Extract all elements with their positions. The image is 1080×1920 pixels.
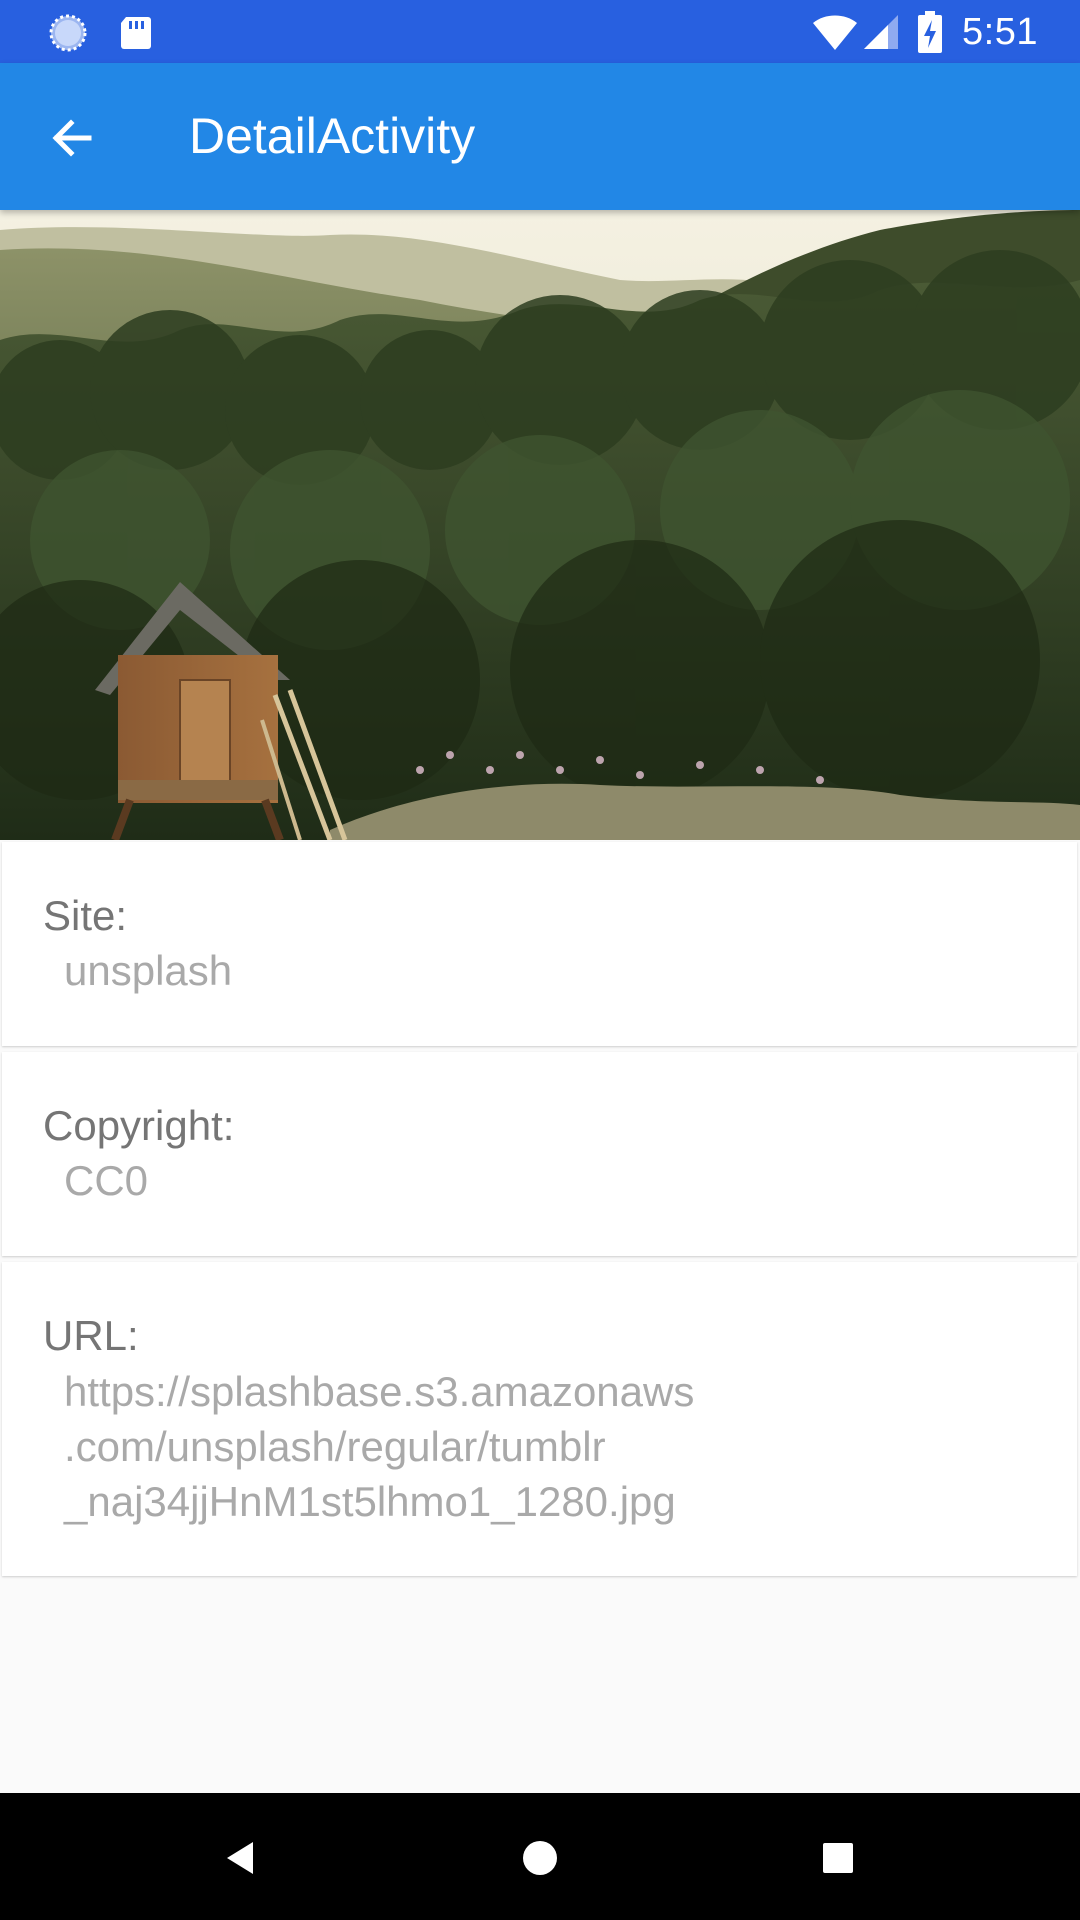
site-label: Site: [43,892,128,939]
nav-recents-button[interactable] [803,1823,873,1893]
cabin-forest-photo [0,210,1080,840]
copyright-value: CC0 [64,1157,149,1204]
nav-home-button[interactable] [505,1823,575,1893]
sd-card-icon [121,17,151,49]
detail-card-url: URL: https://splashbase.s3.amazonaws .co… [2,1262,1077,1576]
detail-card-site: Site: unsplash [2,842,1077,1046]
url-value-line-2: .com/unsplash/regular/tumblr [64,1423,606,1470]
page-title: DetailActivity [189,108,476,164]
url-label: URL: [43,1312,139,1359]
system-nav-bar [0,1793,1080,1920]
hero-image [0,210,1080,840]
wifi-icon [813,15,858,50]
status-time: 5:51 [962,10,1038,53]
site-value: unsplash [64,947,233,994]
sync-icon [49,14,87,52]
status-left-icons [46,11,156,55]
url-value-line-3: _naj34jjHnM1st5lhmo1_1280.jpg [64,1478,676,1525]
home-circle-icon [523,1841,557,1875]
status-right-icons: 5:51 [812,8,1038,56]
back-triangle-icon [227,1842,253,1874]
cell-signal-icon [864,15,899,49]
url-value-line-1: https://splashbase.s3.amazonaws [64,1368,695,1415]
battery-charging-icon [918,11,943,53]
copyright-label: Copyright: [43,1102,235,1149]
back-button[interactable] [36,102,108,174]
status-bar: 5:51 [0,0,1080,63]
recents-square-icon [823,1843,853,1873]
detail-card-copyright: Copyright: CC0 [2,1052,1077,1256]
nav-back-button[interactable] [206,1823,276,1893]
arrow-back-icon [52,119,92,157]
app-bar: DetailActivity [0,63,1080,210]
